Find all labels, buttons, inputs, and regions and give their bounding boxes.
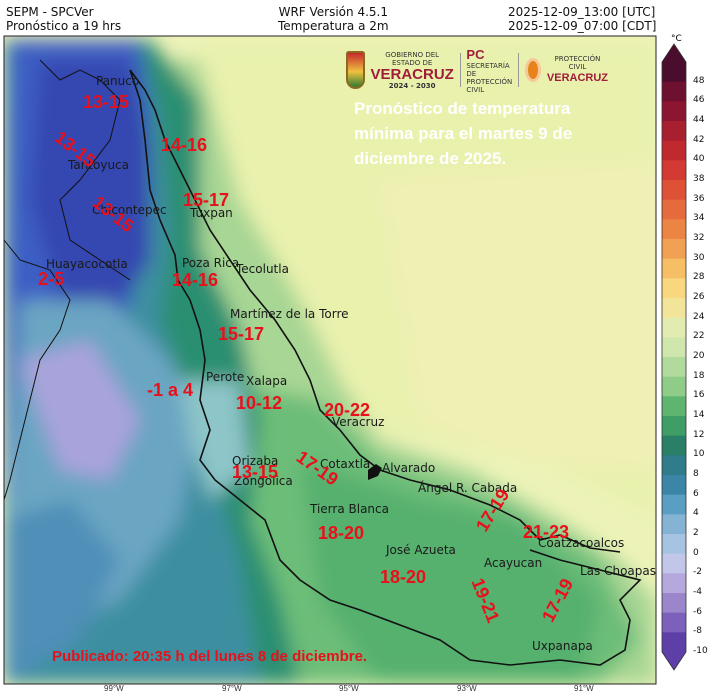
colorbar-tick-label: 36	[693, 193, 705, 204]
temp-label: 10-12	[236, 393, 283, 413]
colorbar-segment	[662, 278, 686, 299]
temp-label: 21-23	[523, 522, 570, 542]
colorbar-tick-label: 38	[693, 174, 705, 184]
colorbar-tick-label: 34	[693, 213, 705, 224]
colorbar-segment	[662, 101, 686, 122]
temp-label: 2-5	[38, 269, 65, 289]
colorbar-segment	[662, 534, 686, 555]
colorbar-tick-label: 12	[693, 429, 705, 440]
colorbar-tick-label: 10	[693, 449, 705, 460]
colorbar-tick-label: -6	[693, 606, 702, 617]
colorbar-tick-label: 32	[693, 233, 705, 243]
colorbar-tick-label: 30	[693, 252, 705, 263]
colorbar-tick-label: 22	[693, 331, 705, 342]
colorbar-segment	[662, 593, 686, 614]
veracruz-coat-of-arms-icon	[346, 51, 365, 89]
colorbar-segment	[662, 612, 686, 633]
colorbar-segment	[662, 317, 686, 338]
colorbar-tick-label: 4	[693, 508, 699, 519]
colorbar-segment	[662, 62, 686, 83]
proteccion-civil-emblem-icon	[524, 58, 541, 82]
colorbar-tick-label: 2	[693, 528, 699, 538]
colorbar-segment	[662, 81, 686, 102]
forecast-title: Pronóstico de temperatura mínima para el…	[354, 99, 573, 168]
colorbar-segment	[662, 199, 686, 220]
colorbar-segment	[662, 416, 686, 437]
colorbar	[661, 43, 687, 671]
temp-label: 14-16	[172, 270, 219, 290]
colorbar-segment	[662, 180, 686, 201]
city-label: Martínez de la Torre	[230, 307, 349, 321]
colorbar-segment	[662, 239, 686, 260]
pc-logo: PC SECRETARÍA DE PROTECCIÓN CIVIL	[466, 46, 513, 94]
colorbar-segment	[662, 573, 686, 594]
colorbar-segment	[662, 396, 686, 417]
city-label: Acayucan	[484, 556, 543, 570]
temp-label: 15-17	[183, 190, 230, 210]
city-label: Perote	[206, 370, 245, 384]
colorbar-tick-label: 8	[693, 469, 699, 479]
colorbar-tick-label: 46	[693, 95, 705, 106]
city-label: Tecolutla	[236, 262, 289, 276]
city-label: Uxpanapa	[532, 639, 593, 653]
colorbar-tick-label: -10	[693, 646, 708, 656]
colorbar-tick-label: 28	[693, 272, 705, 283]
colorbar-tick-label: 44	[693, 115, 705, 125]
temp-label: 15-17	[218, 324, 265, 344]
logo-divider-2	[518, 53, 519, 87]
colorbar-tick-label: 16	[693, 390, 705, 401]
colorbar-tick-label: 24	[693, 311, 705, 322]
colorbar-segment	[662, 553, 686, 574]
colorbar-segment	[662, 494, 686, 515]
colorbar-segment	[662, 475, 686, 496]
temp-label: 20-22	[324, 400, 371, 420]
colorbar-tick-label: 42	[693, 134, 705, 145]
colorbar-tick-label: -8	[693, 626, 702, 637]
colorbar-segment	[662, 376, 686, 397]
colorbar-tick-label: 18	[693, 370, 705, 381]
logo-strip: GOBIERNO DEL ESTADO DE VERACRUZ 2024 - 2…	[346, 46, 609, 94]
colorbar-tick-label: -4	[693, 587, 702, 597]
colorbar-segment	[662, 455, 686, 476]
colorbar-segment	[662, 298, 686, 319]
colorbar-segment	[662, 160, 686, 181]
colorbar-segment	[662, 121, 686, 142]
colorbar-segment	[662, 337, 686, 358]
colorbar-tick-label: 26	[693, 292, 705, 302]
colorbar-tick-label: 6	[693, 488, 699, 499]
colorbar-tick-label: 48	[693, 75, 705, 86]
temp-label: 14-16	[161, 135, 208, 155]
colorbar-tick-label: 40	[693, 154, 705, 165]
colorbar-segment	[662, 435, 686, 456]
colorbar-segment	[662, 258, 686, 279]
colorbar-segment	[662, 219, 686, 240]
colorbar-segment	[662, 514, 686, 535]
city-label: Alvarado	[382, 461, 436, 475]
city-label: Panuco	[96, 74, 140, 88]
city-label: Tierra Blanca	[310, 502, 389, 516]
colorbar-segment	[662, 140, 686, 161]
colorbar-segment	[662, 357, 686, 378]
temp-label: -1 a 4	[147, 380, 194, 400]
logo-divider	[459, 53, 461, 87]
colorbar-tick-label: 20	[693, 351, 705, 361]
temp-label: 13-15	[232, 462, 279, 482]
city-label: Las Choapas	[580, 564, 657, 578]
city-label: José Azueta	[386, 543, 456, 557]
colorbar-tick-label: 14	[693, 410, 705, 420]
published-note: Publicado: 20:35 h del lunes 8 de diciem…	[52, 648, 368, 665]
colorbar-max-arrow	[662, 44, 686, 62]
proteccion-civil-logo: PROTECCIÓN CIVIL VERACRUZ	[546, 54, 609, 84]
temp-label: 18-20	[318, 523, 365, 543]
colorbar-tick-label: -2	[693, 567, 702, 578]
temp-label: 13-15	[83, 92, 130, 112]
colorbar-segment	[662, 632, 686, 653]
colorbar-tick-label: 0	[693, 547, 699, 558]
temp-label: 18-20	[380, 567, 427, 587]
city-label: Xalapa	[246, 374, 288, 388]
city-label: Poza Rica	[182, 256, 240, 270]
colorbar-min-arrow	[662, 652, 686, 670]
gobierno-logo: GOBIERNO DEL ESTADO DE VERACRUZ 2024 - 2…	[370, 50, 454, 90]
